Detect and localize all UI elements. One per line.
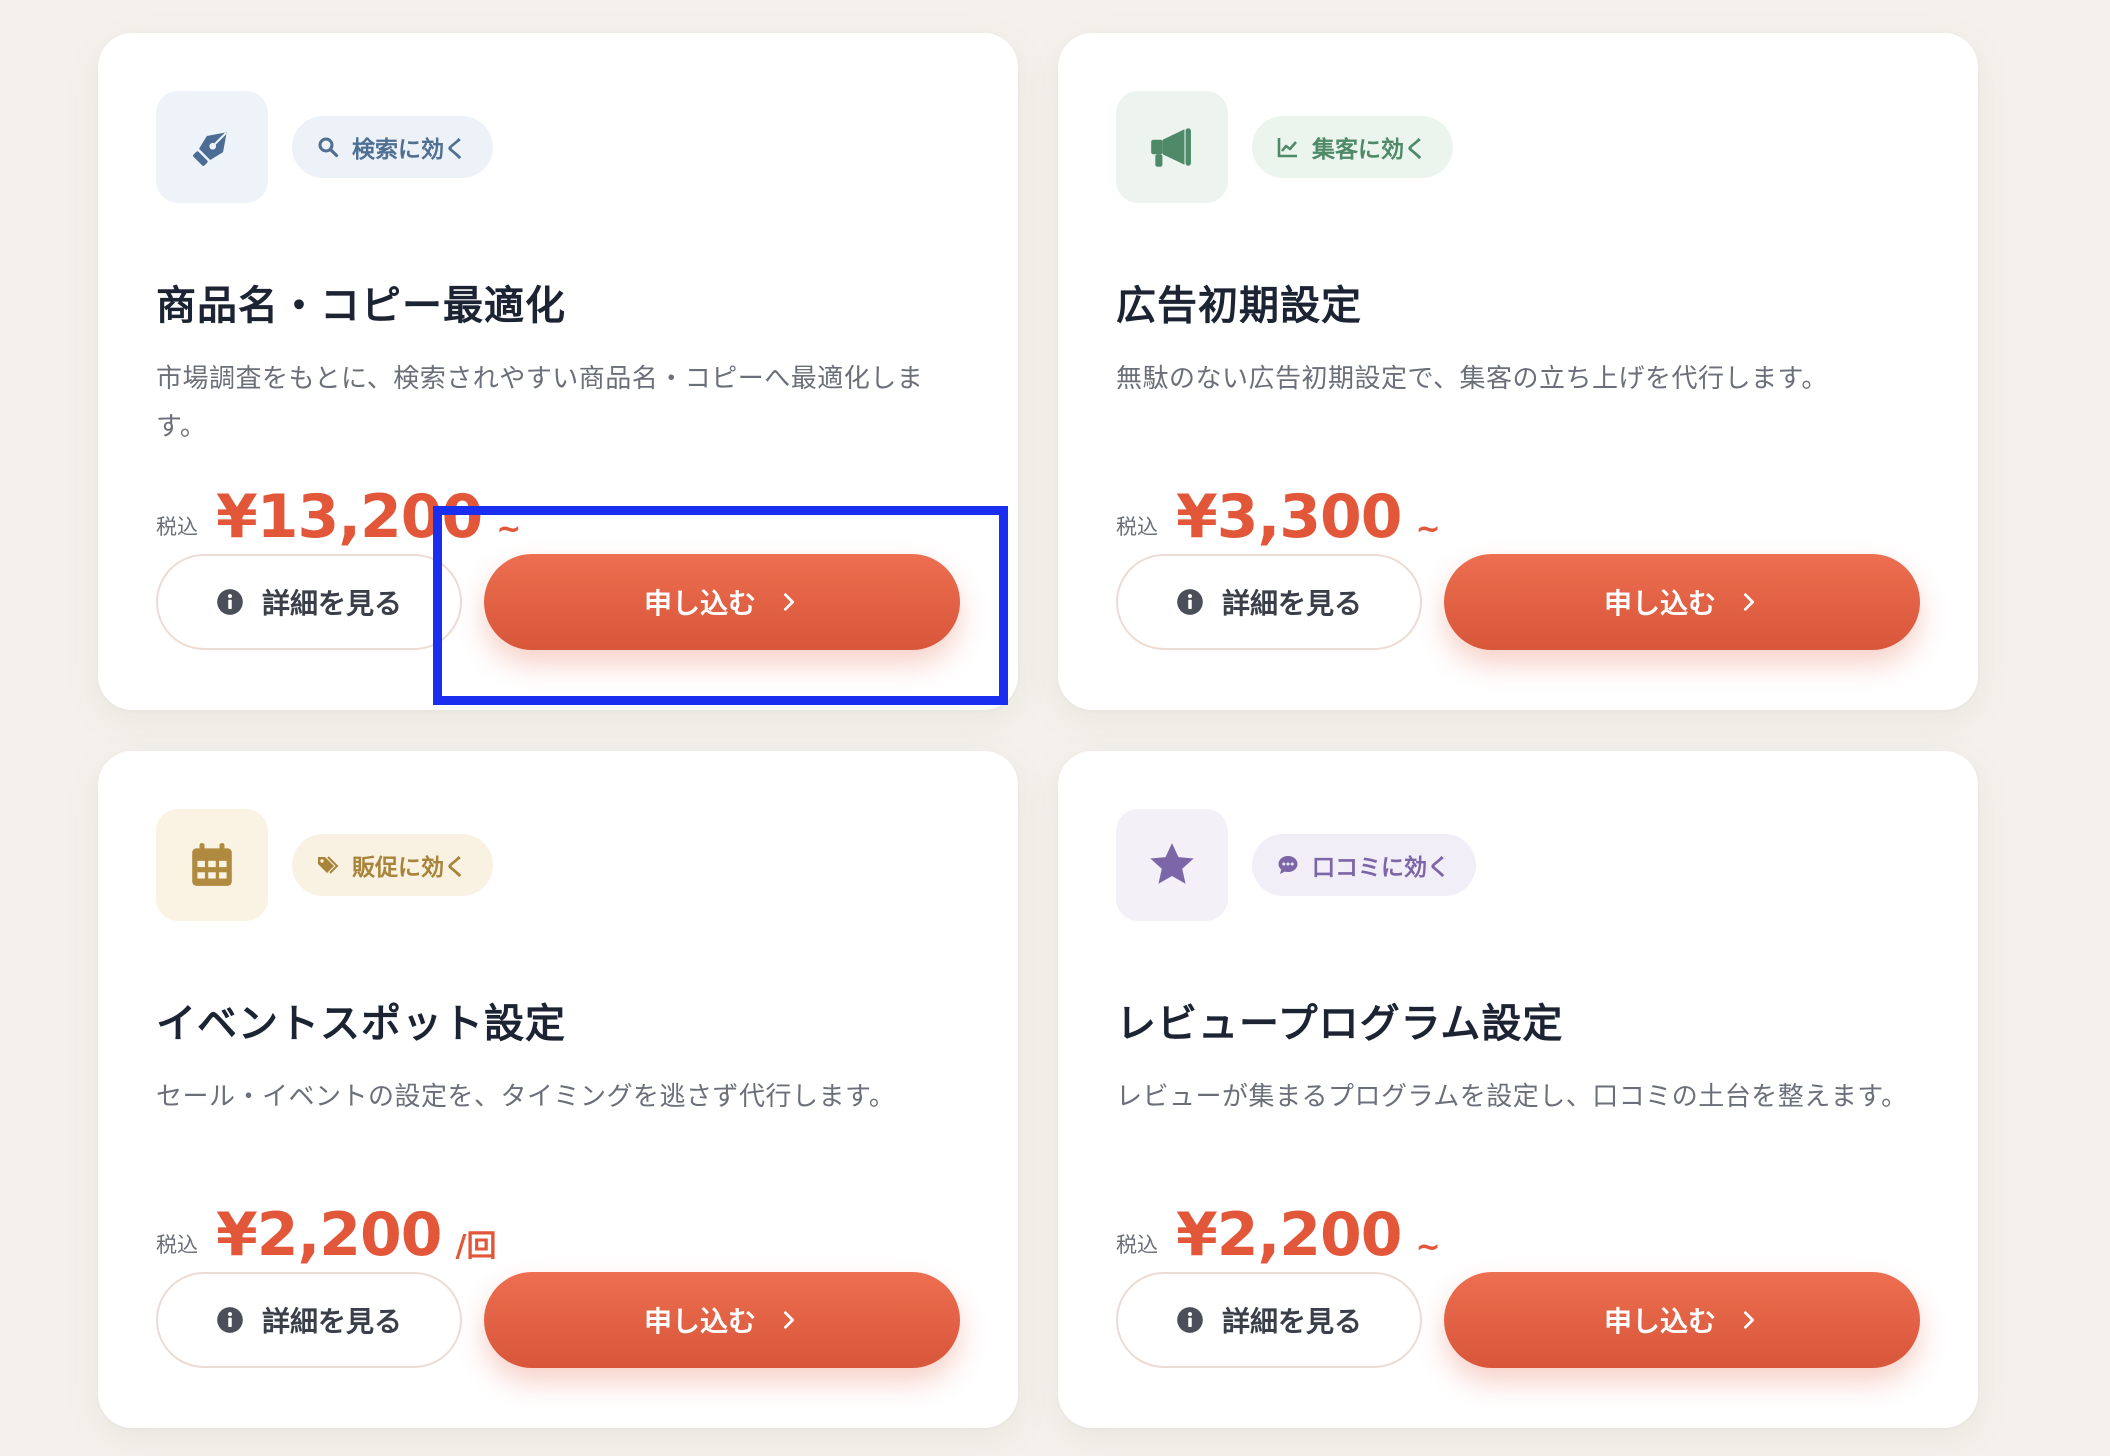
service-card-ad-setup: 集客に効く 広告初期設定 無駄のない広告初期設定で、集客の立ち上げを代行します。… [1058,33,1978,710]
card-title: レビュープログラム設定 [1116,1001,1564,1047]
effect-tag: 検索に効く [292,116,493,178]
tax-label: 税込 [1116,515,1158,539]
detail-button[interactable]: 詳細を見る [1116,1272,1422,1368]
search-icon [318,137,339,158]
chevron-right-icon [783,1311,795,1329]
price-suffix: ~ [496,512,522,547]
apply-button[interactable]: 申し込む [1444,1272,1920,1368]
effect-tag-label: 販促に効く [352,855,467,881]
apply-button[interactable]: 申し込む [1444,554,1920,650]
card-description: レビューが集まるプログラムを設定し、口コミの土台を整えます。 [1116,1082,1908,1112]
tax-label: 税込 [1116,1233,1158,1257]
star-icon [1150,843,1194,884]
calendar-icon [192,843,232,886]
price-suffix: ~ [1415,1230,1441,1265]
price-value: ¥13,200 [216,482,483,552]
service-card-grid: 検索に効く 商品名・コピー最適化 市場調査をもとに、検索されやすい商品名・コピー… [98,33,1978,1428]
effect-tag-label: 口コミに効く [1312,855,1450,881]
detail-button-label: 詳細を見る [261,1305,402,1338]
info-circle-icon [217,1307,243,1333]
card-icon-box [1116,809,1228,921]
detail-button[interactable]: 詳細を見る [1116,554,1422,650]
effect-tag: 口コミに効く [1252,834,1476,896]
effect-tag-label: 集客に効く [1312,137,1427,163]
chevron-right-icon [1743,1311,1755,1329]
detail-button[interactable]: 詳細を見る [156,554,462,650]
tax-label: 税込 [156,1233,198,1257]
price-value: ¥2,200 [216,1200,443,1270]
price-value: ¥3,300 [1176,482,1403,552]
apply-button-label: 申し込む [1603,587,1716,620]
price-suffix: /回 [455,1229,497,1264]
apply-button[interactable]: 申し込む [484,554,960,650]
tax-label: 税込 [156,515,198,539]
detail-button-label: 詳細を見る [1221,1305,1362,1338]
card-description: 市場調査をもとに、検索されやすい商品名・コピーへ最適化します。 [156,364,924,442]
price-value: ¥2,200 [1176,1200,1403,1270]
detail-button[interactable]: 詳細を見る [156,1272,462,1368]
price-row: 税込 ¥2,200 ~ [1116,1197,1441,1267]
effect-tag-label: 検索に効く [352,137,467,163]
chart-line-icon [1277,138,1297,158]
info-circle-icon [1177,1307,1203,1333]
price-row: 税込 ¥13,200 ~ [156,479,521,549]
chevron-right-icon [783,593,795,611]
card-icon-box [1116,91,1228,203]
apply-button-label: 申し込む [643,587,756,620]
card-description: 無駄のない広告初期設定で、集客の立ち上げを代行します。 [1116,364,1828,394]
info-circle-icon [1177,589,1203,615]
price-row: 税込 ¥2,200 /回 [156,1197,497,1267]
pen-nib-icon [193,132,227,166]
info-circle-icon [217,589,243,615]
apply-button[interactable]: 申し込む [484,1272,960,1368]
apply-button-label: 申し込む [1603,1305,1716,1338]
price-suffix: ~ [1415,512,1441,547]
detail-button-label: 詳細を見る [261,587,402,620]
service-card-copy-optimization: 検索に効く 商品名・コピー最適化 市場調査をもとに、検索されやすい商品名・コピー… [98,33,1018,710]
card-description: セール・イベントの設定を、タイミングを逃さず代行します。 [156,1082,896,1112]
card-title: 広告初期設定 [1116,283,1362,329]
effect-tag: 販促に効く [292,834,493,896]
detail-button-label: 詳細を見る [1221,587,1362,620]
chevron-right-icon [1743,593,1755,611]
service-card-event-spot: 販促に効く イベントスポット設定 セール・イベントの設定を、タイミングを逃さず代… [98,751,1018,1428]
card-title: 商品名・コピー最適化 [156,283,566,329]
tags-icon [318,856,339,874]
effect-tag: 集客に効く [1252,116,1453,178]
card-icon-box [156,91,268,203]
comment-dots-icon [1278,856,1298,874]
card-title: イベントスポット設定 [156,1001,566,1047]
price-row: 税込 ¥3,300 ~ [1116,479,1441,549]
megaphone-icon [1151,128,1191,167]
card-icon-box [156,809,268,921]
apply-button-label: 申し込む [643,1305,756,1338]
service-card-review-program: 口コミに効く レビュープログラム設定 レビューが集まるプログラムを設定し、口コミ… [1058,751,1978,1428]
